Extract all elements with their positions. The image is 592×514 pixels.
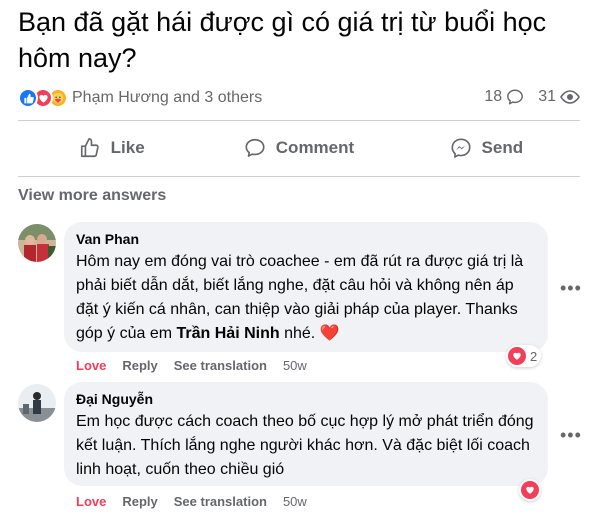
like-reaction-icon	[18, 88, 38, 108]
divider-bottom	[18, 176, 580, 177]
comment-bubble-icon	[507, 89, 524, 105]
post-stats-bar: Phạm Hương and 3 others 18 31	[18, 88, 580, 112]
view-count-value: 31	[538, 88, 556, 105]
heart-emoji: ❤️	[319, 325, 340, 342]
comment-button[interactable]: Comment	[205, 128, 392, 168]
comment-count[interactable]: 18	[484, 88, 524, 106]
like-label: Like	[110, 138, 145, 157]
comment-age[interactable]: 50w	[283, 358, 307, 373]
avatar[interactable]	[18, 384, 56, 422]
love-button[interactable]: Love	[76, 358, 106, 373]
comment-reactions[interactable]: 2	[506, 345, 542, 367]
send-label: Send	[481, 138, 524, 157]
love-reaction-icon	[521, 481, 539, 499]
reply-button[interactable]: Reply	[122, 494, 157, 509]
love-button[interactable]: Love	[76, 494, 106, 509]
view-count[interactable]: 31	[538, 88, 580, 106]
reaction-names[interactable]: Phạm Hương and 3 others	[72, 89, 262, 107]
messenger-icon	[450, 138, 471, 159]
comment-reaction-count: 2	[530, 348, 538, 364]
comment-icon	[245, 138, 265, 157]
comment-reactions[interactable]	[519, 479, 541, 501]
comment-text: Em học được cách coach theo bố cục hợp l…	[76, 413, 534, 478]
love-reaction-icon	[508, 347, 526, 365]
like-button[interactable]: Like	[18, 128, 205, 168]
comment-author[interactable]: Đại Nguyễn	[76, 390, 536, 408]
mention-link[interactable]: Trần Hải Ninh	[177, 325, 280, 342]
send-button[interactable]: Send	[393, 128, 580, 168]
comment-age[interactable]: 50w	[283, 494, 307, 509]
thumbs-up-icon	[80, 138, 99, 158]
see-translation-link[interactable]: See translation	[174, 358, 267, 373]
reactions-summary[interactable]: Phạm Hương and 3 others	[18, 88, 262, 108]
comment-text-end: nhé.	[279, 325, 320, 342]
see-translation-link[interactable]: See translation	[174, 494, 267, 509]
comment-count-value: 18	[484, 88, 503, 105]
post-counts: 18 31	[470, 88, 580, 106]
eye-icon	[560, 90, 580, 104]
avatar[interactable]	[18, 224, 56, 262]
more-options-icon[interactable]: •••	[560, 425, 582, 446]
more-options-icon[interactable]: •••	[560, 278, 582, 299]
comment-text: Hôm nay em đóng vai trò coachee - em đã …	[76, 250, 536, 346]
divider-top	[18, 120, 580, 121]
post-title: Bạn đã gặt hái được gì có giá trị từ buổ…	[18, 7, 547, 73]
post-actions: Like Comment Send	[18, 128, 580, 168]
comment-author[interactable]: Van Phan	[76, 230, 536, 248]
comment-bubble: Đại Nguyễn Em học được cách coach theo b…	[64, 382, 548, 486]
comment-bubble: Van Phan Hôm nay em đóng vai trò coachee…	[64, 222, 548, 352]
comment-actions: Love Reply See translation 50w	[76, 358, 323, 373]
comment-label: Comment	[275, 138, 355, 157]
comment-actions: Love Reply See translation 50w	[76, 494, 323, 509]
view-more-answers-link[interactable]: View more answers	[18, 187, 166, 205]
reply-button[interactable]: Reply	[122, 358, 157, 373]
